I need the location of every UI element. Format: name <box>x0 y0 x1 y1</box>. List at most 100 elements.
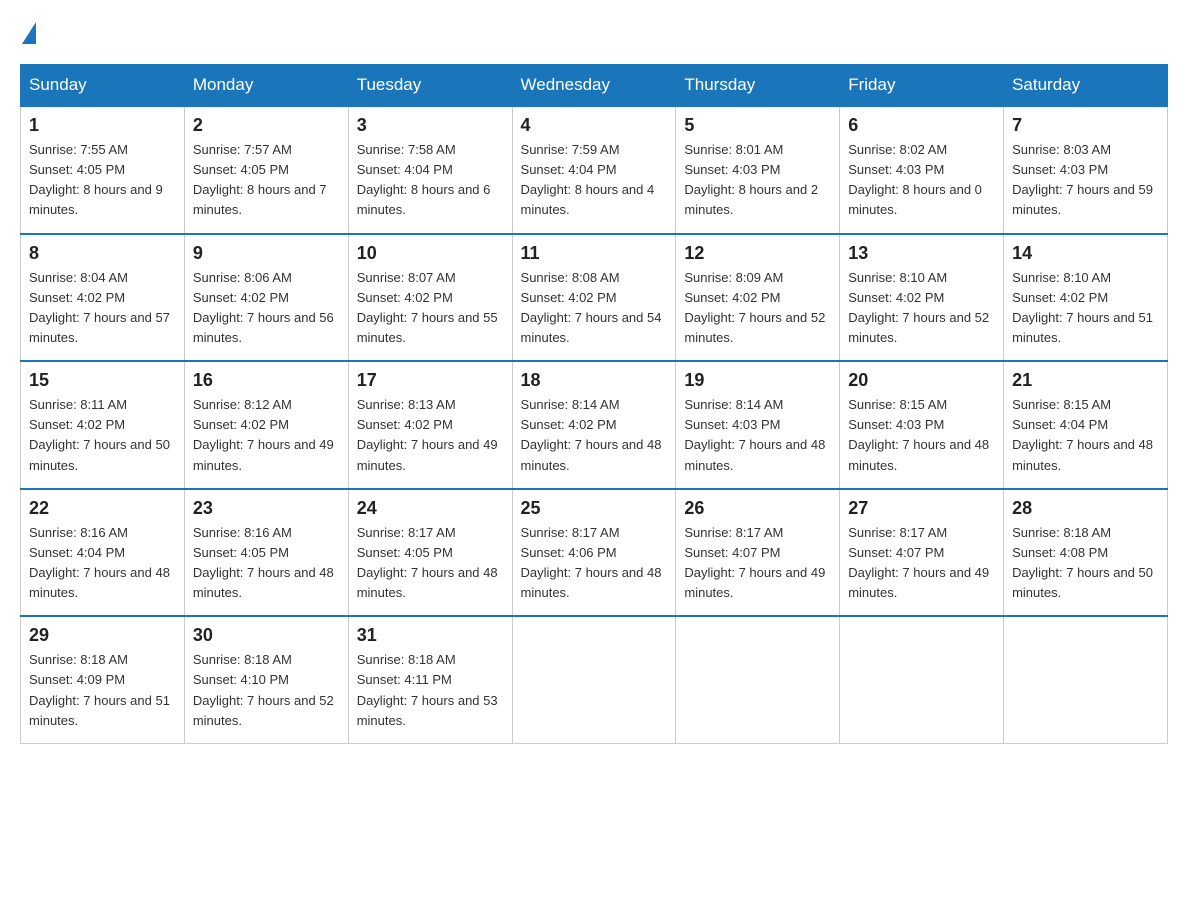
day-number: 9 <box>193 243 340 264</box>
calendar-cell: 28 Sunrise: 8:18 AMSunset: 4:08 PMDayligh… <box>1004 489 1168 617</box>
calendar-cell: 15Sunrise: 8:11 AMSunset: 4:02 PMDayligh… <box>21 361 185 489</box>
calendar-week-row: 8 Sunrise: 8:04 AMSunset: 4:02 PMDaylight… <box>21 234 1168 362</box>
day-number: 24 <box>357 498 504 519</box>
calendar-cell: 5 Sunrise: 8:01 AMSunset: 4:03 PMDaylight… <box>676 106 840 234</box>
calendar-cell: 8 Sunrise: 8:04 AMSunset: 4:02 PMDaylight… <box>21 234 185 362</box>
day-info: Sunrise: 8:18 AMSunset: 4:08 PMDaylight:… <box>1012 523 1159 604</box>
day-info: Sunrise: 8:04 AMSunset: 4:02 PMDaylight:… <box>29 268 176 349</box>
day-number: 20 <box>848 370 995 391</box>
day-info: Sunrise: 8:17 AMSunset: 4:07 PMDaylight:… <box>684 523 831 604</box>
day-number: 6 <box>848 115 995 136</box>
day-info: Sunrise: 8:15 AMSunset: 4:03 PMDaylight:… <box>848 395 995 476</box>
day-number: 11 <box>521 243 668 264</box>
calendar-cell: 3 Sunrise: 7:58 AMSunset: 4:04 PMDaylight… <box>348 106 512 234</box>
day-info: Sunrise: 8:07 AMSunset: 4:02 PMDaylight:… <box>357 268 504 349</box>
day-info: Sunrise: 7:55 AMSunset: 4:05 PMDaylight:… <box>29 140 176 221</box>
calendar-cell: 13Sunrise: 8:10 AMSunset: 4:02 PMDayligh… <box>840 234 1004 362</box>
calendar-cell: 20 Sunrise: 8:15 AMSunset: 4:03 PMDayligh… <box>840 361 1004 489</box>
calendar-week-row: 22Sunrise: 8:16 AMSunset: 4:04 PMDayligh… <box>21 489 1168 617</box>
day-info: Sunrise: 8:13 AMSunset: 4:02 PMDaylight:… <box>357 395 504 476</box>
day-number: 7 <box>1012 115 1159 136</box>
day-info: Sunrise: 8:10 AMSunset: 4:02 PMDaylight:… <box>1012 268 1159 349</box>
day-info: Sunrise: 8:01 AMSunset: 4:03 PMDaylight:… <box>684 140 831 221</box>
calendar-cell: 6Sunrise: 8:02 AMSunset: 4:03 PMDaylight… <box>840 106 1004 234</box>
calendar-cell: 4 Sunrise: 7:59 AMSunset: 4:04 PMDaylight… <box>512 106 676 234</box>
day-info: Sunrise: 8:08 AMSunset: 4:02 PMDaylight:… <box>521 268 668 349</box>
day-number: 14 <box>1012 243 1159 264</box>
day-info: Sunrise: 7:57 AMSunset: 4:05 PMDaylight:… <box>193 140 340 221</box>
calendar-cell: 11 Sunrise: 8:08 AMSunset: 4:02 PMDayligh… <box>512 234 676 362</box>
calendar-cell: 27 Sunrise: 8:17 AMSunset: 4:07 PMDayligh… <box>840 489 1004 617</box>
day-info: Sunrise: 8:09 AMSunset: 4:02 PMDaylight:… <box>684 268 831 349</box>
day-info: Sunrise: 8:17 AMSunset: 4:07 PMDaylight:… <box>848 523 995 604</box>
day-number: 5 <box>684 115 831 136</box>
weekday-header-saturday: Saturday <box>1004 65 1168 107</box>
calendar-cell: 22Sunrise: 8:16 AMSunset: 4:04 PMDayligh… <box>21 489 185 617</box>
day-number: 21 <box>1012 370 1159 391</box>
calendar-cell: 25Sunrise: 8:17 AMSunset: 4:06 PMDayligh… <box>512 489 676 617</box>
calendar-cell <box>840 616 1004 743</box>
day-info: Sunrise: 8:12 AMSunset: 4:02 PMDaylight:… <box>193 395 340 476</box>
day-number: 18 <box>521 370 668 391</box>
weekday-header-monday: Monday <box>184 65 348 107</box>
day-number: 12 <box>684 243 831 264</box>
day-info: Sunrise: 7:59 AMSunset: 4:04 PMDaylight:… <box>521 140 668 221</box>
calendar-cell: 26 Sunrise: 8:17 AMSunset: 4:07 PMDayligh… <box>676 489 840 617</box>
calendar-cell: 21 Sunrise: 8:15 AMSunset: 4:04 PMDayligh… <box>1004 361 1168 489</box>
day-number: 4 <box>521 115 668 136</box>
day-number: 28 <box>1012 498 1159 519</box>
day-info: Sunrise: 8:17 AMSunset: 4:05 PMDaylight:… <box>357 523 504 604</box>
day-info: Sunrise: 8:06 AMSunset: 4:02 PMDaylight:… <box>193 268 340 349</box>
calendar-week-row: 1 Sunrise: 7:55 AMSunset: 4:05 PMDaylight… <box>21 106 1168 234</box>
calendar-cell <box>676 616 840 743</box>
logo-triangle-icon <box>22 22 36 44</box>
calendar-cell: 29Sunrise: 8:18 AMSunset: 4:09 PMDayligh… <box>21 616 185 743</box>
weekday-header-tuesday: Tuesday <box>348 65 512 107</box>
calendar-cell: 1 Sunrise: 7:55 AMSunset: 4:05 PMDaylight… <box>21 106 185 234</box>
calendar-table: SundayMondayTuesdayWednesdayThursdayFrid… <box>20 64 1168 744</box>
day-number: 25 <box>521 498 668 519</box>
calendar-cell: 31Sunrise: 8:18 AMSunset: 4:11 PMDayligh… <box>348 616 512 743</box>
day-number: 1 <box>29 115 176 136</box>
day-number: 17 <box>357 370 504 391</box>
weekday-header-thursday: Thursday <box>676 65 840 107</box>
day-number: 27 <box>848 498 995 519</box>
day-info: Sunrise: 7:58 AMSunset: 4:04 PMDaylight:… <box>357 140 504 221</box>
day-number: 15 <box>29 370 176 391</box>
calendar-cell: 16 Sunrise: 8:12 AMSunset: 4:02 PMDayligh… <box>184 361 348 489</box>
weekday-header-friday: Friday <box>840 65 1004 107</box>
day-info: Sunrise: 8:14 AMSunset: 4:03 PMDaylight:… <box>684 395 831 476</box>
calendar-cell: 18 Sunrise: 8:14 AMSunset: 4:02 PMDayligh… <box>512 361 676 489</box>
day-number: 3 <box>357 115 504 136</box>
page-header <box>20 20 1168 44</box>
day-info: Sunrise: 8:15 AMSunset: 4:04 PMDaylight:… <box>1012 395 1159 476</box>
calendar-cell <box>1004 616 1168 743</box>
logo <box>20 20 36 44</box>
day-info: Sunrise: 8:18 AMSunset: 4:10 PMDaylight:… <box>193 650 340 731</box>
day-info: Sunrise: 8:14 AMSunset: 4:02 PMDaylight:… <box>521 395 668 476</box>
calendar-cell: 7 Sunrise: 8:03 AMSunset: 4:03 PMDaylight… <box>1004 106 1168 234</box>
day-number: 26 <box>684 498 831 519</box>
calendar-cell: 17 Sunrise: 8:13 AMSunset: 4:02 PMDayligh… <box>348 361 512 489</box>
calendar-cell: 19 Sunrise: 8:14 AMSunset: 4:03 PMDayligh… <box>676 361 840 489</box>
weekday-header-wednesday: Wednesday <box>512 65 676 107</box>
day-number: 29 <box>29 625 176 646</box>
day-number: 23 <box>193 498 340 519</box>
calendar-cell: 14 Sunrise: 8:10 AMSunset: 4:02 PMDayligh… <box>1004 234 1168 362</box>
calendar-cell: 10Sunrise: 8:07 AMSunset: 4:02 PMDayligh… <box>348 234 512 362</box>
calendar-cell <box>512 616 676 743</box>
calendar-cell: 24 Sunrise: 8:17 AMSunset: 4:05 PMDayligh… <box>348 489 512 617</box>
calendar-header-row: SundayMondayTuesdayWednesdayThursdayFrid… <box>21 65 1168 107</box>
calendar-cell: 23 Sunrise: 8:16 AMSunset: 4:05 PMDayligh… <box>184 489 348 617</box>
day-number: 16 <box>193 370 340 391</box>
day-number: 31 <box>357 625 504 646</box>
calendar-cell: 2Sunrise: 7:57 AMSunset: 4:05 PMDaylight… <box>184 106 348 234</box>
day-number: 30 <box>193 625 340 646</box>
day-info: Sunrise: 8:16 AMSunset: 4:05 PMDaylight:… <box>193 523 340 604</box>
calendar-cell: 12 Sunrise: 8:09 AMSunset: 4:02 PMDayligh… <box>676 234 840 362</box>
day-number: 19 <box>684 370 831 391</box>
calendar-cell: 9 Sunrise: 8:06 AMSunset: 4:02 PMDaylight… <box>184 234 348 362</box>
day-info: Sunrise: 8:03 AMSunset: 4:03 PMDaylight:… <box>1012 140 1159 221</box>
calendar-cell: 30 Sunrise: 8:18 AMSunset: 4:10 PMDayligh… <box>184 616 348 743</box>
day-number: 8 <box>29 243 176 264</box>
